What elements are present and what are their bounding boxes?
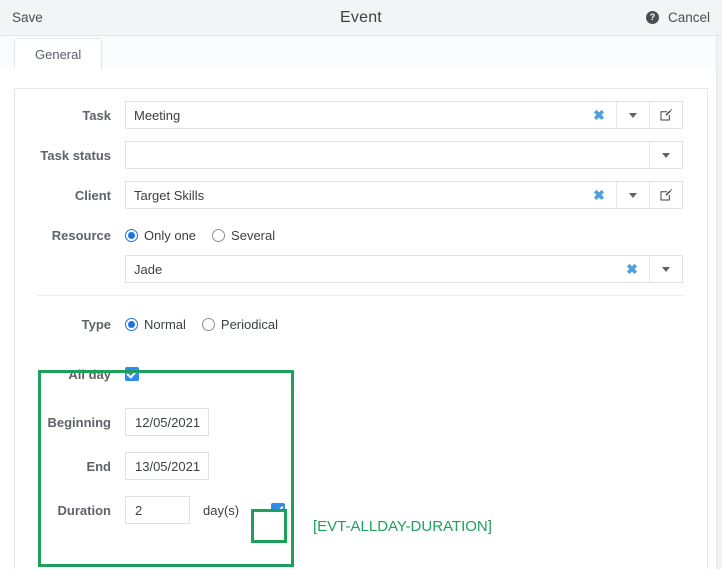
duration-input[interactable]: 2 — [125, 496, 190, 524]
annotation-label: [EVT-ALLDAY-DURATION] — [313, 518, 492, 535]
resource-radio-several[interactable]: Several — [212, 228, 275, 243]
tab-general[interactable]: General — [14, 38, 102, 69]
help-icon[interactable]: ? — [646, 11, 659, 24]
resource-radio-only-one-label: Only one — [144, 228, 196, 243]
form-row-task-status: Task status — [15, 141, 707, 169]
form-rows: Task Meeting ✖ Task st — [15, 89, 707, 524]
client-field[interactable]: Target Skills ✖ — [125, 181, 683, 209]
task-status-label: Task status — [15, 148, 125, 163]
client-clear-icon[interactable]: ✖ — [582, 182, 616, 208]
general-tab-panel: Task Meeting ✖ Task st — [14, 88, 708, 569]
radio-selected-icon — [125, 318, 138, 331]
form-row-type: Type Normal Periodical — [15, 310, 707, 338]
beginning-date-input[interactable]: 12/05/2021 — [125, 408, 209, 436]
end-label: End — [15, 459, 125, 474]
type-label: Type — [15, 317, 125, 332]
client-dropdown-caret-icon[interactable] — [616, 182, 649, 208]
all-day-checkbox[interactable] — [125, 367, 139, 381]
form-row-beginning: Beginning 12/05/2021 — [15, 408, 707, 436]
task-dropdown-caret-icon[interactable] — [616, 102, 649, 128]
resource-radio-several-label: Several — [231, 228, 275, 243]
save-button[interactable]: Save — [12, 10, 43, 25]
client-value: Target Skills — [126, 188, 582, 203]
section-divider — [37, 295, 685, 296]
end-control-group: 13/05/2021 — [125, 452, 707, 480]
resource-value: Jade — [126, 262, 615, 277]
tab-general-label: General — [35, 47, 81, 62]
task-status-dropdown-caret-icon[interactable] — [649, 142, 682, 168]
edit-square-icon — [659, 188, 673, 202]
task-status-field[interactable] — [125, 141, 683, 169]
beginning-control-group: 12/05/2021 — [125, 408, 707, 436]
type-radio-normal[interactable]: Normal — [125, 317, 186, 332]
client-edit-icon[interactable] — [649, 182, 682, 208]
window-toolbar: Save Event ? Cancel — [0, 0, 722, 36]
duration-unit-label: day(s) — [203, 503, 239, 518]
radio-selected-icon — [125, 229, 138, 242]
duration-label: Duration — [15, 503, 125, 518]
client-label: Client — [15, 188, 125, 203]
radio-unselected-icon — [202, 318, 215, 331]
radio-unselected-icon — [212, 229, 225, 242]
form-row-task: Task Meeting ✖ — [15, 101, 707, 129]
task-clear-icon[interactable]: ✖ — [582, 102, 616, 128]
task-field[interactable]: Meeting ✖ — [125, 101, 683, 129]
beginning-label: Beginning — [15, 415, 125, 430]
resource-radio-only-one[interactable]: Only one — [125, 228, 196, 243]
client-control-group: Target Skills ✖ — [125, 181, 707, 209]
form-row-resource-value: Jade ✖ — [15, 255, 707, 283]
resource-radio-group: Only one Several — [125, 228, 707, 243]
resource-field[interactable]: Jade ✖ — [125, 255, 683, 283]
toolbar-right-group: ? Cancel — [646, 10, 710, 25]
page-title: Event — [0, 9, 722, 27]
end-date-input[interactable]: 13/05/2021 — [125, 452, 209, 480]
type-radio-periodical-label: Periodical — [221, 317, 278, 332]
task-label: Task — [15, 108, 125, 123]
type-radio-periodical[interactable]: Periodical — [202, 317, 278, 332]
form-row-client: Client Target Skills ✖ — [15, 181, 707, 209]
duration-checkbox[interactable] — [271, 503, 285, 517]
all-day-label: All day — [15, 367, 125, 382]
edit-square-icon — [659, 108, 673, 122]
vertical-scrollbar[interactable] — [716, 36, 722, 569]
cancel-button[interactable]: Cancel — [668, 10, 710, 25]
resource-clear-icon[interactable]: ✖ — [615, 256, 649, 282]
form-row-end: End 13/05/2021 — [15, 452, 707, 480]
task-value: Meeting — [126, 108, 582, 123]
task-status-control-group — [125, 141, 707, 169]
task-control-group: Meeting ✖ — [125, 101, 707, 129]
tab-bar: General — [0, 36, 722, 68]
type-radio-normal-label: Normal — [144, 317, 186, 332]
duration-checkbox-slot — [271, 503, 285, 517]
resource-label: Resource — [15, 228, 125, 243]
resource-value-control-group: Jade ✖ — [125, 255, 707, 283]
all-day-control-group — [125, 367, 707, 381]
form-row-all-day: All day — [15, 360, 707, 388]
task-edit-icon[interactable] — [649, 102, 682, 128]
form-row-resource: Resource Only one Several — [15, 221, 707, 249]
type-radio-group: Normal Periodical — [125, 317, 707, 332]
resource-dropdown-caret-icon[interactable] — [649, 256, 682, 282]
